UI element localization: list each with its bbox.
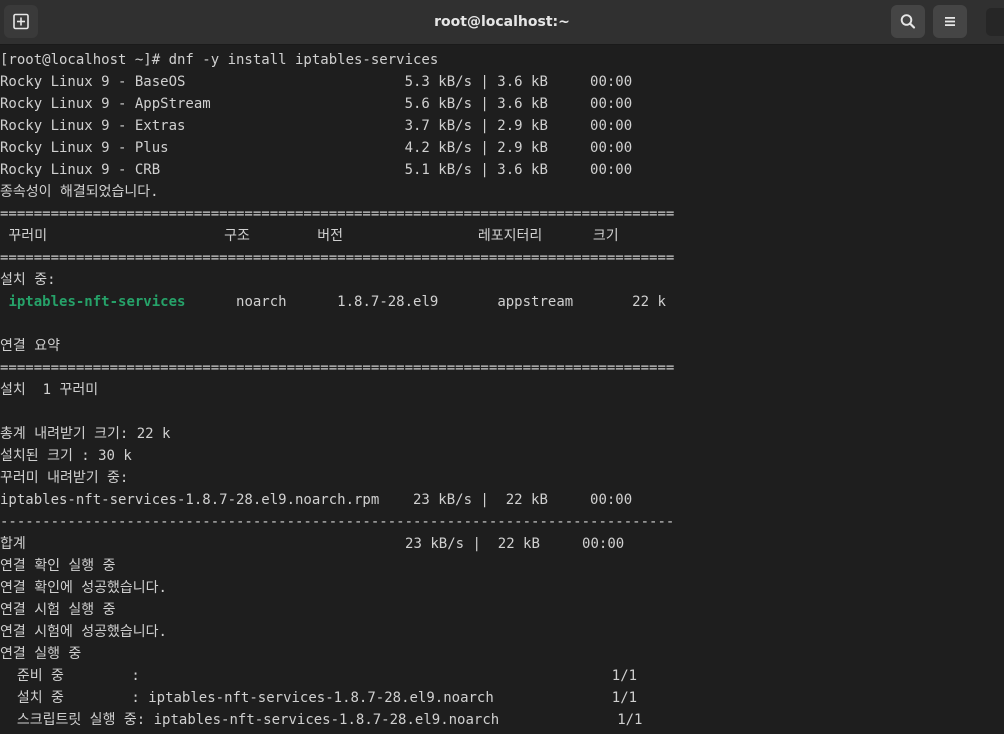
terminal-line: 연결 확인에 성공했습니다. bbox=[0, 580, 167, 596]
menu-button[interactable] bbox=[933, 5, 967, 38]
terminal-line: ========================================… bbox=[0, 250, 675, 266]
terminal-line: 연결 시험에 성공했습니다. bbox=[0, 624, 167, 640]
search-icon bbox=[900, 14, 916, 29]
new-tab-icon bbox=[13, 13, 29, 30]
terminal-line: [root@localhost ~]# dnf -y install iptab… bbox=[0, 52, 439, 68]
terminal-line: 연결 요약 bbox=[0, 338, 60, 354]
terminal-line: ----------------------------------------… bbox=[0, 514, 675, 530]
new-tab-button[interactable] bbox=[4, 5, 38, 38]
terminal-line: 총계 내려받기 크기: 22 k bbox=[0, 426, 171, 442]
terminal-line: ========================================… bbox=[0, 206, 675, 222]
terminal-line: Rocky Linux 9 - Extras 3.7 kB/s | 2.9 kB… bbox=[0, 118, 633, 134]
terminal-line: 설치 중 : iptables-nft-services-1.8.7-28.el… bbox=[0, 690, 638, 706]
terminal-line: 꾸러미 내려받기 중: bbox=[0, 470, 129, 486]
terminal-line: 꾸러미 구조 버전 레포지터리 크기 bbox=[0, 228, 619, 244]
terminal-line: 설치 중: bbox=[0, 272, 56, 288]
terminal-line: iptables-nft-services-1.8.7-28.el9.noarc… bbox=[0, 492, 633, 508]
terminal-line: 연결 시험 실행 중 bbox=[0, 602, 116, 618]
terminal-line: Rocky Linux 9 - CRB 5.1 kB/s | 3.6 kB 00… bbox=[0, 162, 633, 178]
terminal-line: 합계 23 kB/s | 22 kB 00:00 bbox=[0, 536, 625, 552]
window-edge-control bbox=[986, 8, 1004, 36]
terminal-line: Rocky Linux 9 - BaseOS 5.3 kB/s | 3.6 kB… bbox=[0, 74, 633, 90]
terminal-line: ========================================… bbox=[0, 360, 675, 376]
terminal-line: 연결 확인 실행 중 bbox=[0, 558, 116, 574]
title-bar: root@localhost:~ bbox=[0, 0, 1004, 45]
terminal-line: Rocky Linux 9 - Plus 4.2 kB/s | 2.9 kB 0… bbox=[0, 140, 633, 156]
terminal-line: 설치 1 꾸러미 bbox=[0, 382, 99, 398]
terminal-line: 설치된 크기 : 30 k bbox=[0, 448, 132, 464]
window-title: root@localhost:~ bbox=[434, 14, 570, 30]
terminal-line: iptables-nft-services noarch 1.8.7-28.el… bbox=[0, 291, 1004, 313]
terminal-line: 준비 중 : 1/1 bbox=[0, 668, 638, 684]
package-name: iptables-nft-services bbox=[8, 294, 186, 310]
terminal-output[interactable]: [root@localhost ~]# dnf -y install iptab… bbox=[0, 49, 1004, 734]
terminal-line: 연결 실행 중 bbox=[0, 646, 82, 662]
search-button[interactable] bbox=[891, 5, 925, 38]
terminal-window: root@localhost:~ [root@localhost ~]# dnf… bbox=[0, 0, 1004, 734]
terminal-line: Rocky Linux 9 - AppStream 5.6 kB/s | 3.6… bbox=[0, 96, 633, 112]
terminal-line: 스크립트릿 실행 중: iptables-nft-services-1.8.7-… bbox=[0, 712, 643, 728]
hamburger-menu-icon bbox=[945, 17, 955, 26]
terminal-line: 종속성이 해결되었습니다. bbox=[0, 184, 159, 200]
package-details: noarch 1.8.7-28.el9 appstream 22 k bbox=[185, 294, 666, 310]
